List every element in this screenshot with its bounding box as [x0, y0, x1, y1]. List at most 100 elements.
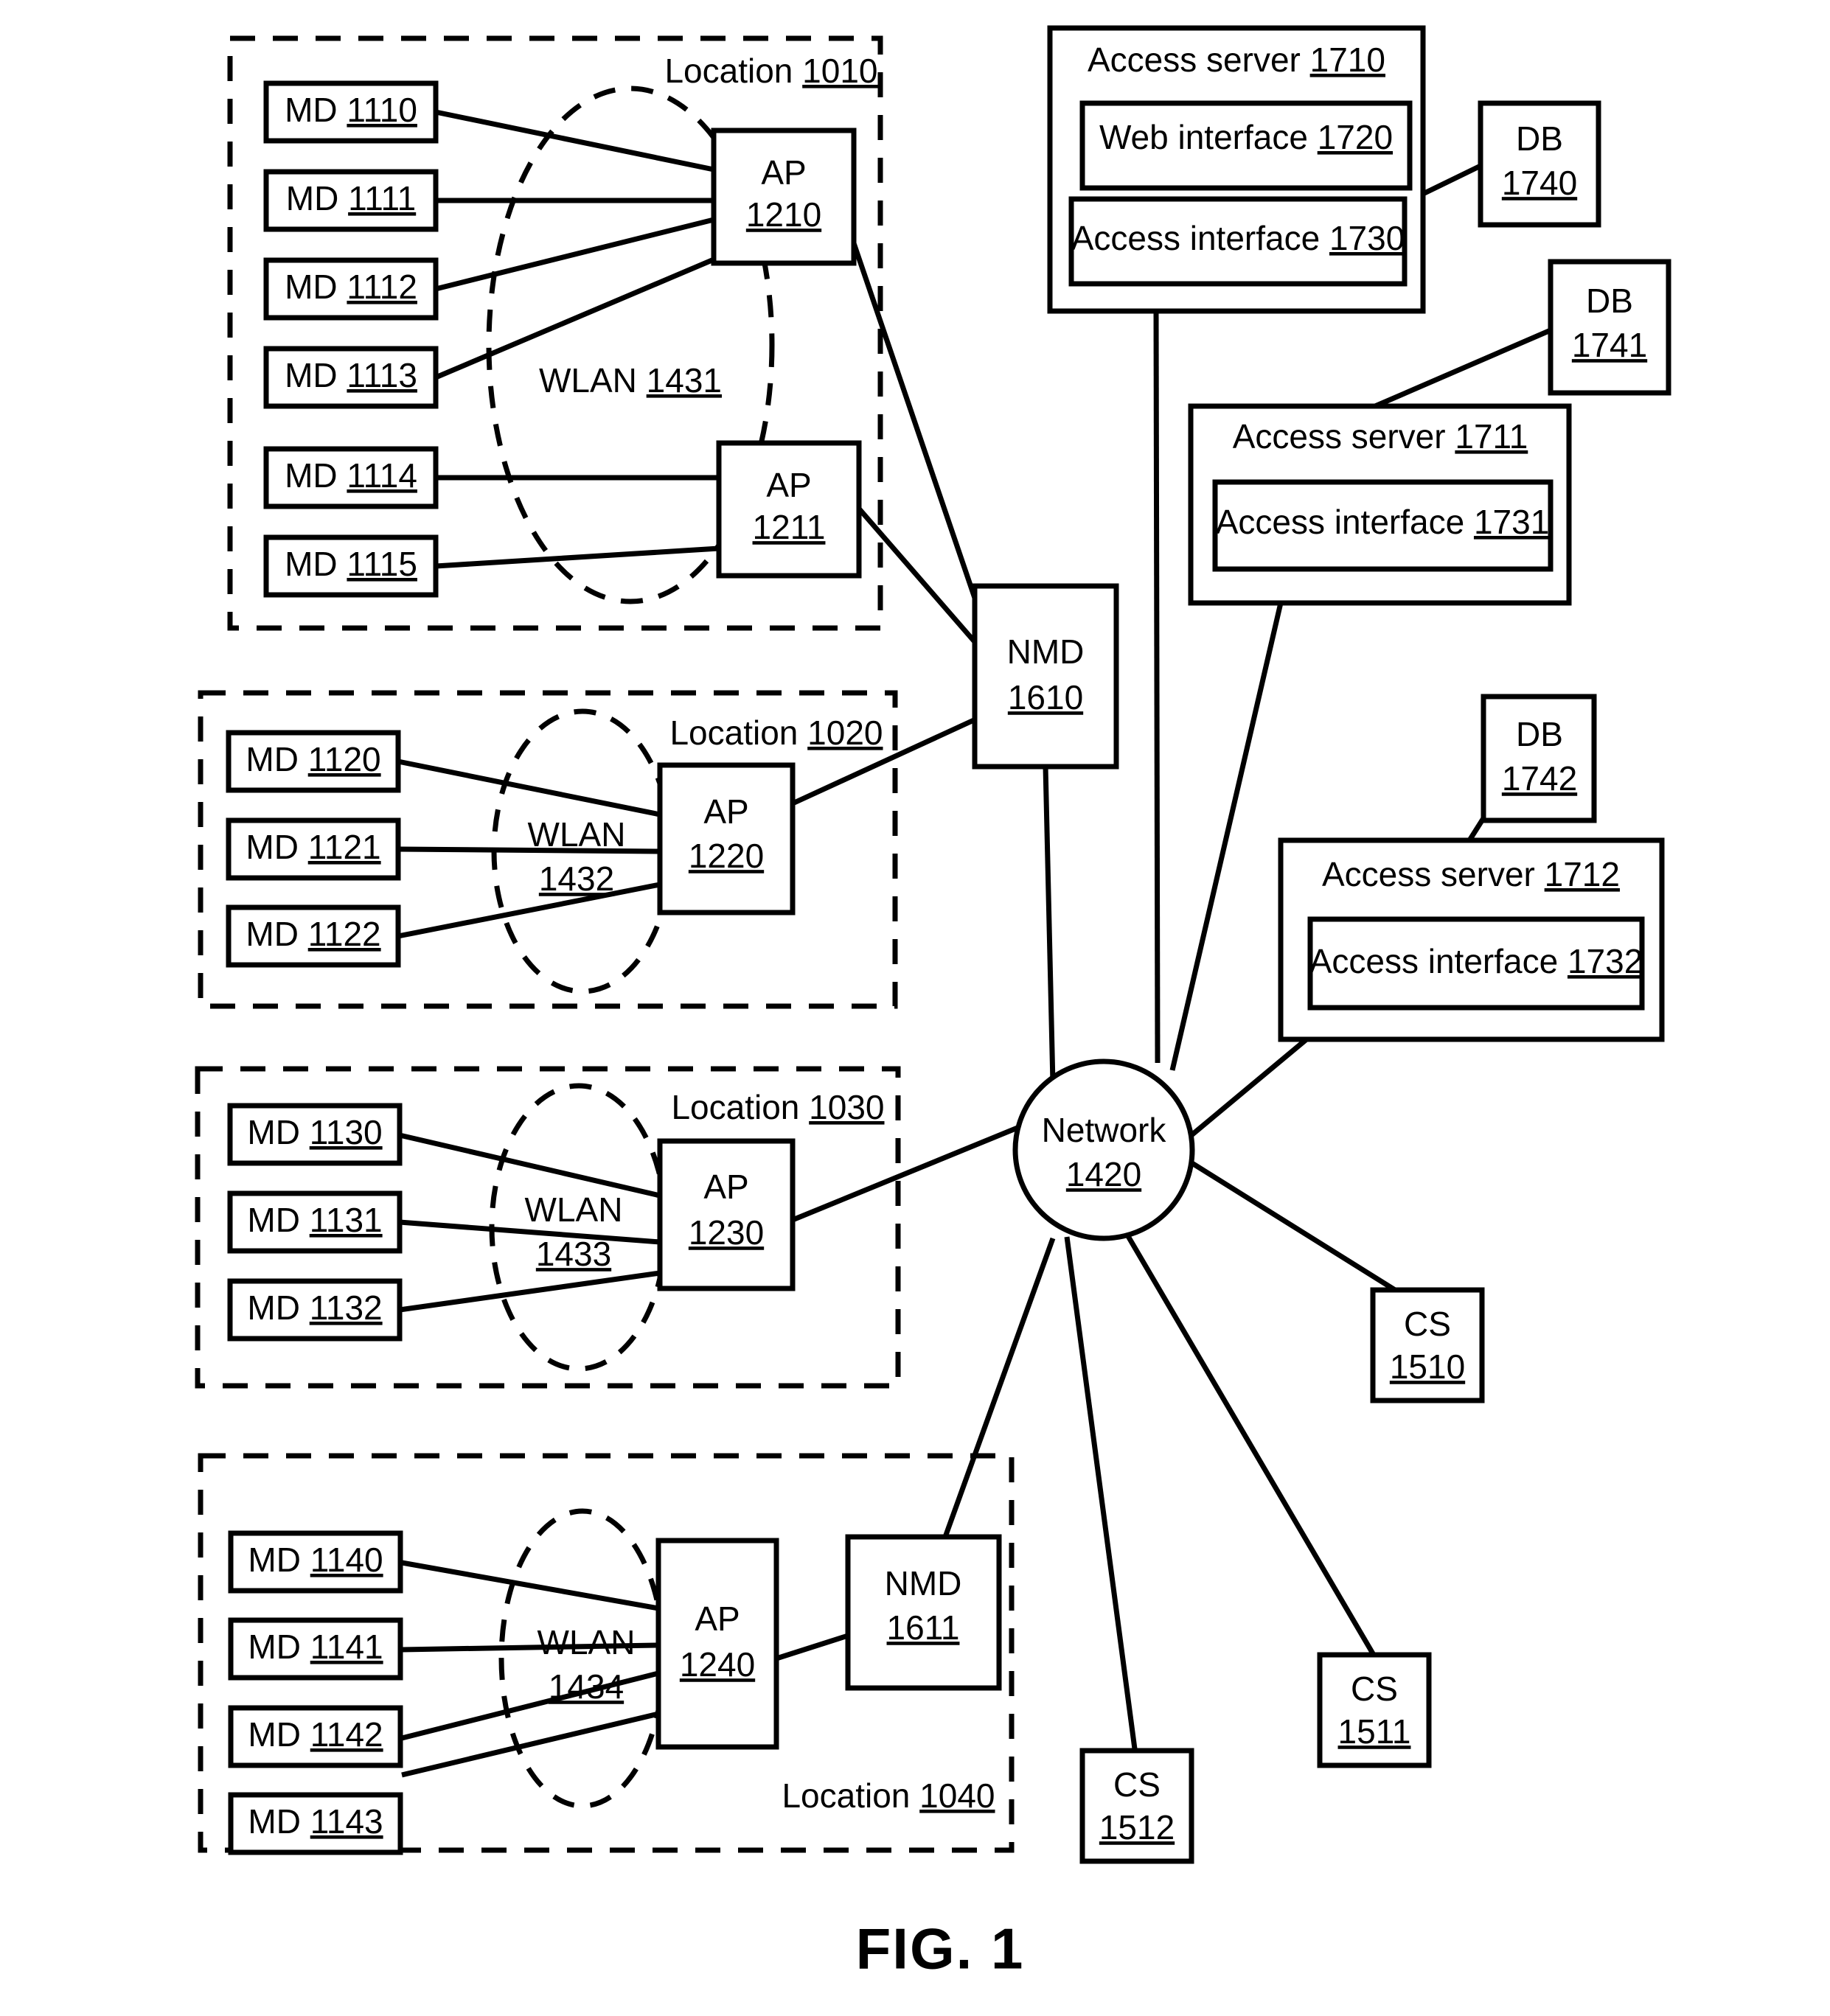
- ap-1211-label-prefix: AP: [766, 466, 811, 504]
- db-1740-label-prefix: DB: [1516, 119, 1563, 158]
- cs-1512-label-prefix: CS: [1113, 1765, 1161, 1804]
- link-network-cs1512: [1064, 1236, 1138, 1755]
- md-1120-label: MD 1120: [246, 740, 380, 778]
- link-md1132-ap1230: [399, 1270, 661, 1313]
- location-1040-label: Location 1040: [782, 1776, 995, 1815]
- access-interface-1732-label: Access interface 1732: [1309, 942, 1643, 980]
- link-md1122-ap1220: [397, 882, 661, 939]
- location-1030-group: Location 1030 WLAN 1433 MD 1130 MD 1131 …: [195, 1066, 901, 1389]
- link-as1712-network: [1185, 1037, 1309, 1141]
- web-interface-1720-label: Web interface 1720: [1099, 118, 1393, 156]
- link-md1130-ap1230: [399, 1132, 661, 1199]
- cs-1512-label-ref: 1512: [1099, 1808, 1175, 1846]
- location-1010-label: Location 1010: [664, 52, 877, 90]
- network-label-ref: 1420: [1066, 1155, 1141, 1193]
- md-1115-box: MD 1115: [263, 534, 439, 598]
- link-ap1210-nmd1610: [851, 242, 980, 606]
- md-1121-box: MD 1121: [226, 817, 401, 881]
- ap-1210-label-ref: 1210: [746, 195, 821, 234]
- network-1420-node: [1012, 1058, 1195, 1241]
- ap-1240-label-prefix: AP: [695, 1600, 740, 1638]
- md-1112-label: MD 1112: [285, 268, 417, 306]
- location-1020-label: Location 1020: [669, 714, 883, 752]
- network-architecture-diagram: Location 1010 WLAN 1431 MD 1110 MD 1111: [195, 25, 1671, 1981]
- wlan-1431-label: WLAN 1431: [539, 361, 722, 400]
- link-as1710-db1740: [1422, 163, 1482, 197]
- access-interface-1731-label: Access interface 1731: [1216, 503, 1550, 541]
- md-1140-label: MD 1140: [248, 1541, 383, 1579]
- md-1113-label: MD 1113: [285, 356, 417, 394]
- ap-1230-box: AP 1230: [657, 1138, 796, 1291]
- md-1120-box: MD 1120: [226, 730, 401, 793]
- access-interface-1730-label: Access interface 1730: [1071, 219, 1405, 257]
- location-1020-group: Location 1020 WLAN 1432 MD 1120 MD 1121 …: [198, 690, 898, 1009]
- link-as1711-db1741: [1374, 327, 1552, 409]
- md-1140-box: MD 1140: [228, 1530, 403, 1594]
- figure-caption: FIG. 1: [856, 1916, 1025, 1981]
- md-1122-box: MD 1122: [226, 904, 401, 968]
- link-md1143-ap1240: [401, 1711, 659, 1778]
- cs-1511-label-prefix: CS: [1351, 1670, 1398, 1708]
- wlan-1433-ref: 1433: [536, 1235, 611, 1273]
- md-1132-box: MD 1132: [227, 1278, 403, 1342]
- access-server-1711-group: Access server 1711 Access interface 1731: [1188, 403, 1572, 606]
- ap-1220-box: AP 1220: [657, 762, 796, 915]
- ap-1230-label-ref: 1230: [689, 1213, 764, 1252]
- network-label-prefix: Network: [1042, 1111, 1167, 1149]
- link-md1140-ap1240: [401, 1560, 659, 1611]
- link-md1115-ap1211: [435, 545, 720, 569]
- md-1114-box: MD 1114: [263, 446, 439, 509]
- md-1142-box: MD 1142: [228, 1705, 403, 1768]
- md-1112-box: MD 1112: [263, 257, 439, 321]
- md-1143-box: MD 1143: [228, 1792, 403, 1855]
- link-md1121-ap1220: [397, 846, 661, 854]
- md-1141-box: MD 1141: [228, 1617, 403, 1681]
- md-1130-box: MD 1130: [227, 1103, 403, 1166]
- md-1141-label: MD 1141: [248, 1628, 383, 1666]
- wlan-1432-ref: 1432: [539, 859, 614, 898]
- ap-1211-box: AP 1211: [716, 440, 862, 579]
- patent-figure-1: Location 1010 WLAN 1431 MD 1110 MD 1111: [0, 0, 1830, 2016]
- nmd-1611-box: NMD 1611: [845, 1534, 1002, 1691]
- ap-1240-box: AP 1240: [655, 1538, 779, 1750]
- md-1113-box: MD 1113: [263, 346, 439, 409]
- cs-1511-label-ref: 1511: [1338, 1712, 1411, 1751]
- cs-1512-group: CS 1512: [1079, 1748, 1194, 1864]
- link-ap1230-network: [791, 1125, 1019, 1223]
- nmd-1610-box: [972, 583, 1119, 770]
- ap-1230-label-prefix: AP: [703, 1168, 748, 1206]
- md-1110-box: MD 1110: [263, 80, 439, 144]
- md-1132-label: MD 1132: [247, 1288, 382, 1327]
- access-server-1712-group: Access server 1712 Access interface 1732: [1278, 837, 1665, 1042]
- md-1115-label: MD 1115: [285, 545, 417, 583]
- db-1742-label-ref: 1742: [1502, 759, 1577, 798]
- cs-1510-label-ref: 1510: [1390, 1347, 1465, 1386]
- nmd-1611-label-ref: 1611: [887, 1608, 960, 1647]
- ap-1210-box: AP 1210: [711, 128, 857, 266]
- ap-1210-label-prefix: AP: [761, 153, 806, 192]
- access-server-1712-title: Access server 1712: [1322, 855, 1620, 893]
- access-server-1710-title: Access server 1710: [1088, 41, 1385, 79]
- link-network-cs1510: [1187, 1159, 1402, 1296]
- md-1111-label: MD 1111: [286, 179, 416, 217]
- md-1114-label: MD 1114: [285, 456, 417, 495]
- db-1742-label-prefix: DB: [1516, 715, 1563, 753]
- db-1741-label-ref: 1741: [1572, 326, 1647, 364]
- ap-1220-label-prefix: AP: [703, 792, 748, 831]
- nmd-1610-label-prefix: NMD: [1007, 632, 1085, 671]
- ap-1211-label-ref: 1211: [753, 508, 826, 546]
- db-1740-group: DB 1740: [1478, 100, 1601, 228]
- link-as1710-network: [1153, 310, 1161, 1064]
- link-md1120-ap1220: [397, 758, 661, 817]
- ap-1220-label-ref: 1220: [689, 837, 764, 875]
- md-1122-label: MD 1122: [246, 915, 380, 953]
- cs-1510-group: CS 1510: [1370, 1287, 1485, 1403]
- md-1131-box: MD 1131: [227, 1190, 403, 1254]
- md-1130-label: MD 1130: [247, 1113, 382, 1151]
- access-server-1710-group: Access server 1710 Web interface 1720 Ac…: [1047, 25, 1482, 314]
- nmd-1610-label-ref: 1610: [1008, 678, 1083, 716]
- link-nmd1610-network: [1043, 766, 1056, 1084]
- link-nmd1611-network: [942, 1237, 1056, 1538]
- location-1030-label: Location 1030: [671, 1088, 884, 1126]
- cs-1511-group: CS 1511: [1317, 1652, 1432, 1768]
